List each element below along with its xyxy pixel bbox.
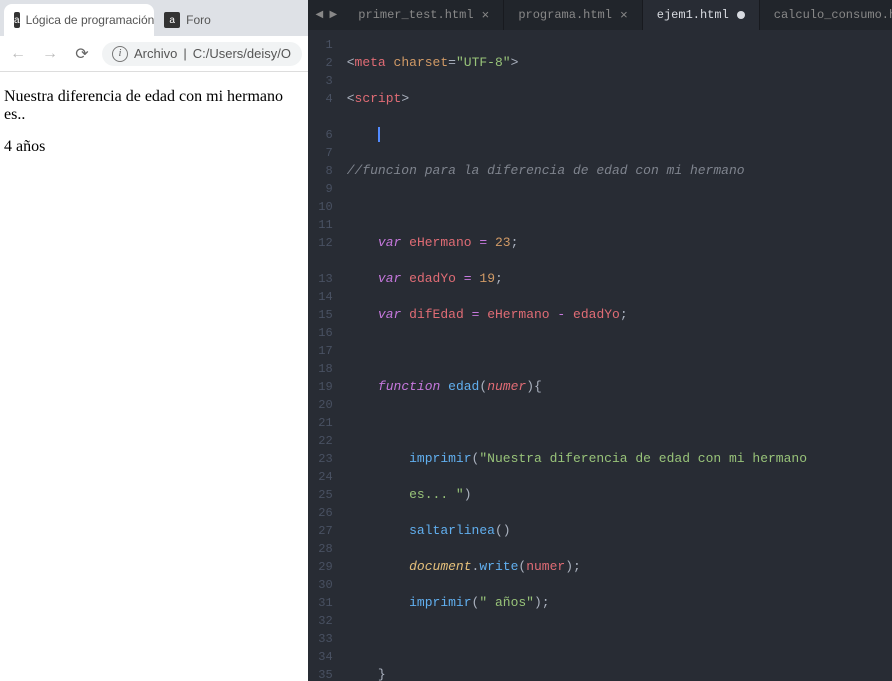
editor-tab-label: ejem1.html bbox=[657, 8, 729, 22]
editor-tab-label: calculo_consumo.html bbox=[774, 8, 892, 22]
address-path: C:/Users/deisy/O bbox=[193, 46, 291, 61]
browser-tab-active[interactable]: a Lógica de programación: Primero × bbox=[4, 4, 154, 36]
line-number-gutter: 1234678910111213141516171819202122232425… bbox=[308, 30, 346, 681]
editor-tab[interactable]: programa.html × bbox=[504, 0, 642, 30]
browser-tab-strip: a Lógica de programación: Primero × a Fo… bbox=[0, 0, 308, 36]
browser-tab-label: Foro bbox=[186, 13, 211, 27]
browser-tab[interactable]: a Foro bbox=[154, 4, 304, 36]
back-icon[interactable]: ← bbox=[6, 42, 30, 66]
chevron-right-icon[interactable]: ▶ bbox=[326, 9, 340, 21]
tab-scroll-arrows: ◀ ▶ bbox=[308, 9, 344, 21]
browser-nav-bar: ← → ⟳ i Archivo | C:/Users/deisy/O bbox=[0, 36, 308, 72]
browser-panel: a Lógica de programación: Primero × a Fo… bbox=[0, 0, 308, 681]
chevron-left-icon[interactable]: ◀ bbox=[312, 9, 326, 21]
close-icon[interactable]: × bbox=[620, 8, 628, 23]
address-bar[interactable]: i Archivo | C:/Users/deisy/O bbox=[102, 42, 302, 66]
code-editor-panel: ◀ ▶ primer_test.html × programa.html × e… bbox=[308, 0, 892, 681]
address-sep: | bbox=[183, 46, 186, 61]
favicon-icon: a bbox=[14, 12, 20, 28]
address-scheme: Archivo bbox=[134, 46, 177, 61]
text-cursor bbox=[378, 127, 380, 142]
reload-icon[interactable]: ⟳ bbox=[70, 42, 94, 66]
editor-tab[interactable]: primer_test.html × bbox=[344, 0, 504, 30]
modified-dot-icon bbox=[737, 11, 745, 19]
close-icon[interactable]: × bbox=[482, 8, 490, 23]
page-content: Nuestra diferencia de edad con mi herman… bbox=[0, 72, 308, 186]
forward-icon[interactable]: → bbox=[38, 42, 62, 66]
code-area[interactable]: 1234678910111213141516171819202122232425… bbox=[308, 30, 892, 681]
code-content[interactable]: <meta charset="UTF-8"> <script> //funcio… bbox=[347, 30, 892, 681]
editor-tab-label: primer_test.html bbox=[358, 8, 473, 22]
browser-tab-label: Lógica de programación: Primero bbox=[26, 13, 155, 27]
editor-tab-strip: ◀ ▶ primer_test.html × programa.html × e… bbox=[308, 0, 892, 30]
favicon-icon: a bbox=[164, 12, 180, 28]
output-line-1: Nuestra diferencia de edad con mi herman… bbox=[4, 88, 304, 124]
editor-tab[interactable]: calculo_consumo.html bbox=[760, 0, 892, 30]
info-icon[interactable]: i bbox=[112, 46, 128, 62]
editor-tab-active[interactable]: ejem1.html bbox=[643, 0, 760, 30]
editor-tab-label: programa.html bbox=[518, 8, 612, 22]
output-line-2: 4 años bbox=[4, 138, 304, 156]
